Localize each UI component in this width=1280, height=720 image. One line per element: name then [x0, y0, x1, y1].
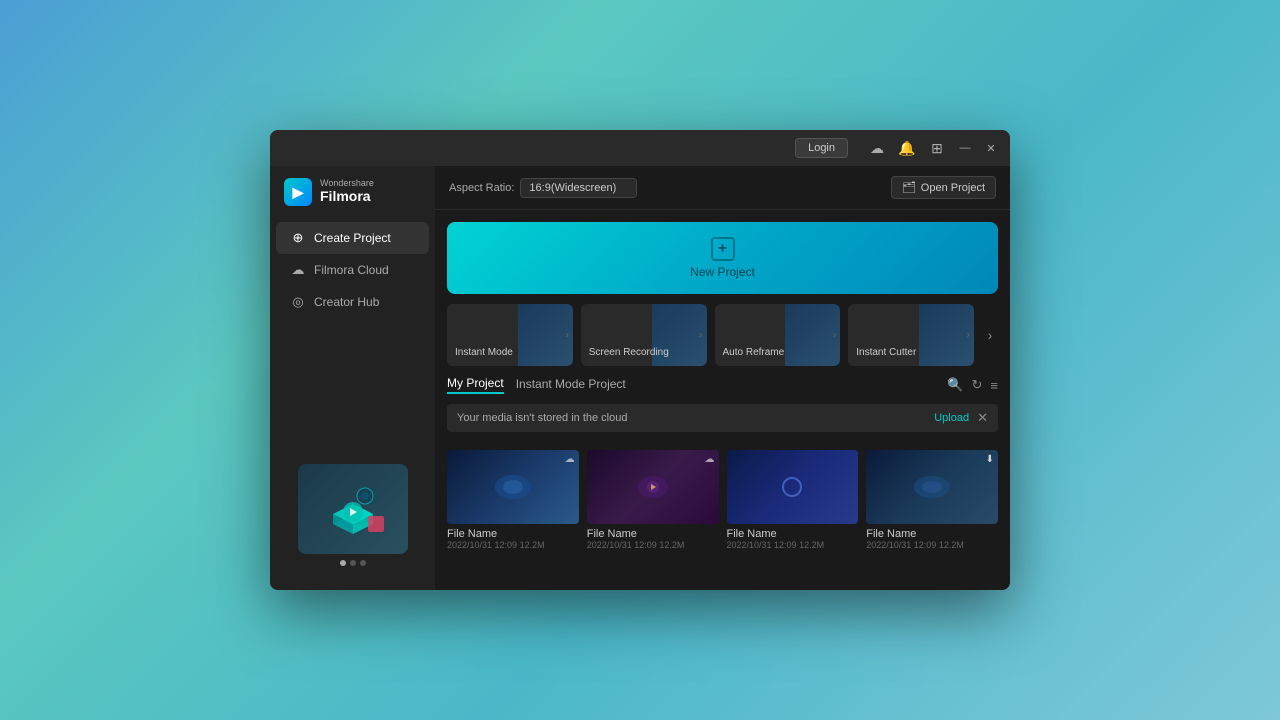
- upload-button[interactable]: Upload: [934, 412, 969, 424]
- search-icon[interactable]: 🔍: [947, 377, 963, 393]
- file-thumb-0: ☁: [447, 450, 579, 524]
- file-thumb-2: [727, 450, 859, 524]
- new-project-plus-icon: +: [711, 237, 735, 261]
- file-thumb-inner-1: [587, 450, 719, 524]
- close-button[interactable]: ✕: [984, 141, 998, 155]
- file-name-2: File Name: [727, 528, 859, 540]
- open-project-label: Open Project: [921, 182, 985, 194]
- sidebar: ▶ Wondershare Filmora ⊕ Create Project ☁…: [270, 166, 435, 590]
- creator-hub-icon: ◎: [290, 294, 306, 310]
- file-thumb-inner-2: [727, 450, 859, 524]
- app-window: Login ☁ 🔔 ⊞ — ✕ ▶ Wondershare Filmora ⊕ …: [270, 130, 1010, 590]
- sidebar-item-filmora-cloud[interactable]: ☁ Filmora Cloud: [276, 254, 429, 286]
- cloud-banner-text: Your media isn't stored in the cloud: [457, 412, 627, 424]
- cloud-icon[interactable]: ☁: [868, 139, 886, 157]
- file-card-1[interactable]: ☁ File Name 2022/10/31 12:09 12.2M: [587, 450, 719, 550]
- tab-instant-project[interactable]: Instant Mode Project: [516, 377, 626, 393]
- file-meta-2: 2022/10/31 12:09 12.2M: [727, 540, 859, 550]
- app-body: ▶ Wondershare Filmora ⊕ Create Project ☁…: [270, 166, 1010, 590]
- new-project-banner[interactable]: + New Project: [447, 222, 998, 294]
- bell-icon[interactable]: 🔔: [898, 139, 916, 157]
- cloud-banner-actions: Upload ✕: [934, 410, 988, 426]
- aspect-ratio-label: Aspect Ratio:: [449, 182, 514, 194]
- mode-card-cutter[interactable]: Instant Cutter ›: [848, 304, 974, 366]
- project-section: My Project Instant Mode Project 🔍 ↻ ≡: [447, 376, 998, 394]
- mode-card-screen[interactable]: Screen Recording ›: [581, 304, 707, 366]
- file-meta-1: 2022/10/31 12:09 12.2M: [587, 540, 719, 550]
- files-grid: ☁ File Name 2022/10/31 12:09 12.2M: [447, 450, 998, 550]
- open-project-button[interactable]: 🗂 Open Project: [891, 176, 996, 199]
- sidebar-item-label-hub: Creator Hub: [314, 295, 379, 309]
- illustration-svg: [313, 474, 393, 544]
- cloud-banner: Your media isn't stored in the cloud Upl…: [447, 404, 998, 432]
- sidebar-item-create-project[interactable]: ⊕ Create Project: [276, 222, 429, 254]
- cloud-overlay-1: ☁: [705, 454, 715, 465]
- file-meta-0: 2022/10/31 12:09 12.2M: [447, 540, 579, 550]
- logo-name: Filmora: [320, 188, 374, 205]
- cloud-overlay-0: ☁: [565, 454, 575, 465]
- file-thumb-inner-3: [866, 450, 998, 524]
- mode-card-reframe[interactable]: Auto Reframe ›: [715, 304, 841, 366]
- mode-arrow-3: ›: [833, 330, 836, 341]
- create-project-icon: ⊕: [290, 230, 306, 246]
- dot-3[interactable]: [360, 560, 366, 566]
- top-bar: Aspect Ratio: 16:9(Widescreen) 🗂 Open Pr…: [435, 166, 1010, 210]
- main-content: Aspect Ratio: 16:9(Widescreen) 🗂 Open Pr…: [435, 166, 1010, 590]
- refresh-icon[interactable]: ↻: [972, 377, 983, 393]
- project-toolbar: 🔍 ↻ ≡: [947, 377, 998, 393]
- content-area: + New Project Instant Mode › Screen Reco…: [435, 210, 1010, 590]
- file-card-0[interactable]: ☁ File Name 2022/10/31 12:09 12.2M: [447, 450, 579, 550]
- file-name-3: File Name: [866, 528, 998, 540]
- tab-my-project[interactable]: My Project: [447, 376, 504, 394]
- sidebar-item-label-create: Create Project: [314, 231, 391, 245]
- file-name-0: File Name: [447, 528, 579, 540]
- aspect-ratio-control: Aspect Ratio: 16:9(Widescreen): [449, 178, 637, 198]
- download-overlay-3: ⬇: [986, 454, 994, 465]
- close-banner-button[interactable]: ✕: [977, 410, 988, 426]
- mode-arrow-4: ›: [967, 330, 970, 341]
- new-project-label: New Project: [690, 265, 755, 279]
- file-meta-3: 2022/10/31 12:09 12.2M: [866, 540, 998, 550]
- grid-icon[interactable]: ⊞: [928, 139, 946, 157]
- thumb-svg-0: [493, 473, 533, 501]
- mode-card-instant[interactable]: Instant Mode ›: [447, 304, 573, 366]
- thumb-circle-2: [782, 477, 802, 497]
- title-bar: Login ☁ 🔔 ⊞ — ✕: [270, 130, 1010, 166]
- file-thumb-3: ⬇: [866, 450, 998, 524]
- mode-arrow-2: ›: [699, 330, 702, 341]
- list-view-icon[interactable]: ≡: [990, 378, 998, 393]
- file-thumb-1: ☁: [587, 450, 719, 524]
- sidebar-illustration: [270, 452, 435, 578]
- sidebar-item-label-cloud: Filmora Cloud: [314, 263, 389, 277]
- file-name-1: File Name: [587, 528, 719, 540]
- project-tabs-row: My Project Instant Mode Project 🔍 ↻ ≡: [447, 376, 998, 394]
- mode-label-reframe: Auto Reframe: [723, 347, 833, 358]
- logo-area: ▶ Wondershare Filmora: [270, 178, 435, 222]
- mode-arrow-1: ›: [565, 330, 568, 341]
- file-card-3[interactable]: ⬇ File Name 2022/10/31 12:09 12.2M: [866, 450, 998, 550]
- file-thumb-inner-0: [447, 450, 579, 524]
- carousel-dots: [340, 560, 366, 566]
- file-card-2[interactable]: File Name 2022/10/31 12:09 12.2M: [727, 450, 859, 550]
- login-button[interactable]: Login: [795, 138, 848, 158]
- dot-2[interactable]: [350, 560, 356, 566]
- mode-label-cutter: Instant Cutter: [856, 347, 966, 358]
- open-project-icon: 🗂: [902, 181, 916, 194]
- mode-label-instant: Instant Mode: [455, 347, 565, 358]
- aspect-ratio-select[interactable]: 16:9(Widescreen): [520, 178, 637, 198]
- minimize-button[interactable]: —: [958, 141, 972, 155]
- quick-modes: Instant Mode › Screen Recording › Auto R…: [447, 304, 998, 366]
- illustration-box: [298, 464, 408, 554]
- logo-icon: ▶: [284, 178, 312, 206]
- thumb-svg-3: [912, 473, 952, 501]
- sidebar-item-creator-hub[interactable]: ◎ Creator Hub: [276, 286, 429, 318]
- filmora-cloud-icon: ☁: [290, 262, 306, 278]
- logo-brand: Wondershare: [320, 179, 374, 188]
- logo-text: Wondershare Filmora: [320, 179, 374, 205]
- mode-label-screen: Screen Recording: [589, 347, 699, 358]
- mode-scroll-right[interactable]: ›: [982, 304, 998, 366]
- thumb-svg-1: [633, 473, 673, 501]
- dot-1[interactable]: [340, 560, 346, 566]
